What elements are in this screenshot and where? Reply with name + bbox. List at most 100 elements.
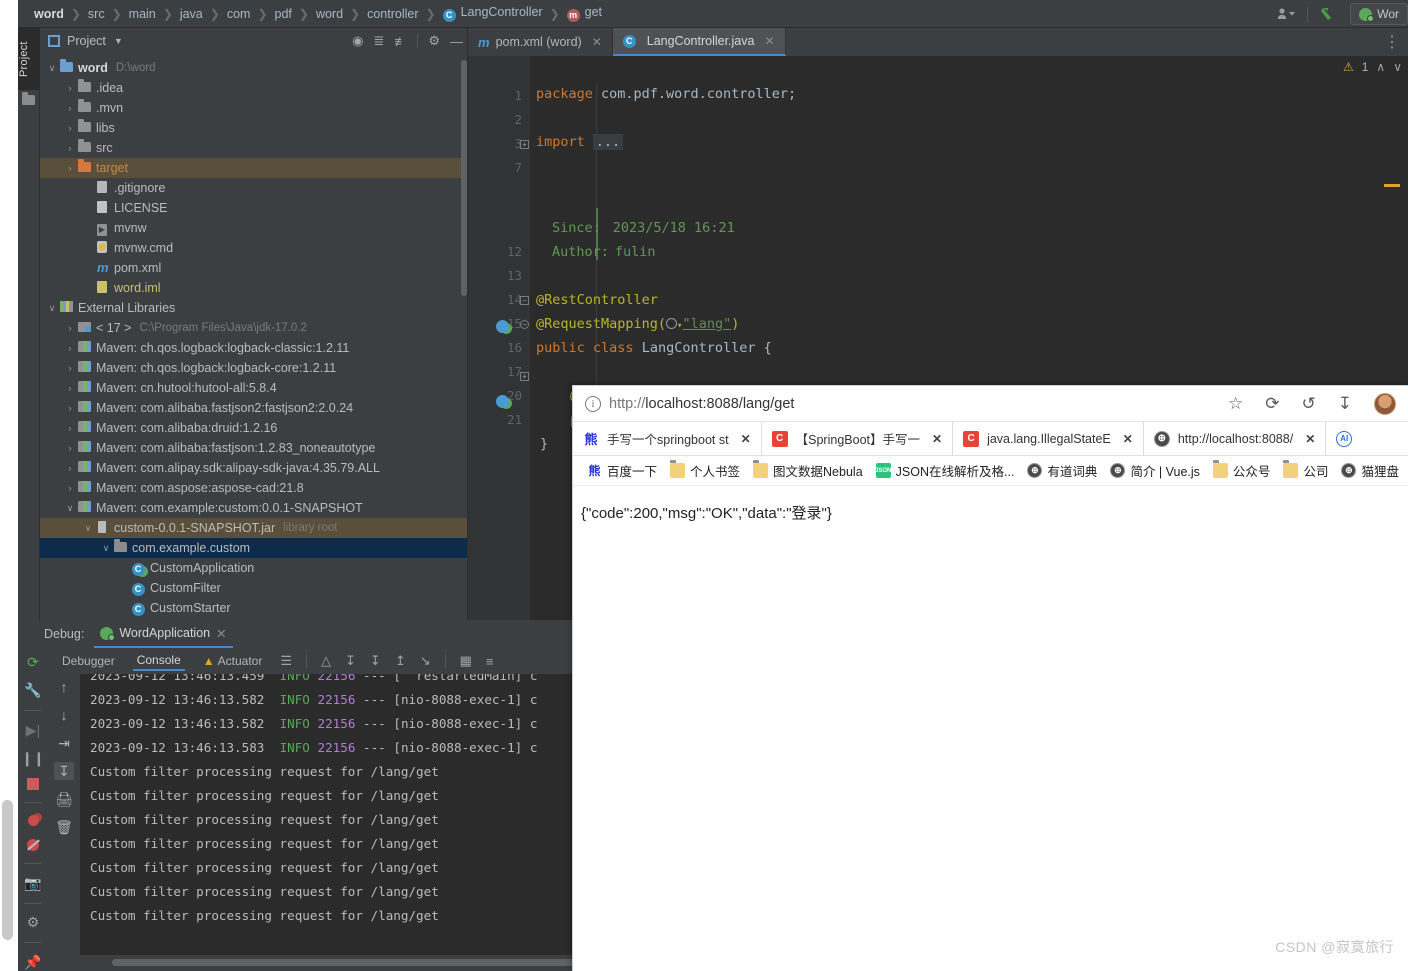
tree-node[interactable]: › target — [40, 158, 467, 178]
breadcrumb-item-java[interactable]: java — [178, 7, 205, 21]
info-circle-icon[interactable]: i — [585, 395, 601, 412]
tree-expand-arrow[interactable]: › — [64, 323, 76, 333]
browser-address-bar[interactable]: i http://localhost:8088/lang/get ☆ ⟳ ↺ ↧ — [573, 386, 1408, 422]
settings-list-icon[interactable]: ≡ — [486, 654, 494, 669]
tree-node[interactable]: › libs — [40, 118, 467, 138]
jump-to-cursor-icon[interactable]: ↘ — [420, 653, 431, 669]
web-reference-icon[interactable] — [666, 318, 678, 329]
trash-icon[interactable]: 🗑 — [54, 818, 74, 836]
close-icon[interactable]: ✕ — [216, 626, 226, 641]
grid-icon[interactable]: ▦ — [460, 653, 472, 669]
tree-node[interactable]: ∨ word D:\word — [40, 58, 467, 78]
breadcrumb-item-word2[interactable]: word — [314, 7, 345, 21]
tree-node[interactable]: › Maven: com.alibaba:fastjson:1.2.83_none… — [40, 438, 467, 458]
tree-node[interactable]: › src — [40, 138, 467, 158]
tree-expand-arrow[interactable]: ∨ — [100, 543, 112, 554]
fold-collapse-icon[interactable]: − — [520, 296, 529, 305]
close-icon[interactable]: ✕ — [1305, 432, 1315, 446]
browser-tab[interactable]: AI — [1326, 422, 1363, 455]
rerun-icon[interactable]: ⟳ — [23, 654, 43, 671]
fold-expand-icon[interactable]: + — [520, 140, 529, 149]
close-icon[interactable]: ✕ — [932, 432, 942, 446]
tree-node[interactable]: › .idea — [40, 78, 467, 98]
tree-node[interactable]: › Maven: com.aspose:aspose-cad:21.8 — [40, 478, 467, 498]
editor-marker-stripe[interactable] — [1384, 184, 1400, 187]
tree-expand-arrow[interactable]: › — [64, 423, 76, 433]
tree-expand-arrow[interactable]: › — [64, 363, 76, 373]
console-hscrollbar-thumb[interactable] — [112, 959, 602, 966]
debug-session-tab[interactable]: WordApplication ✕ — [94, 620, 233, 648]
scroll-to-end-icon[interactable]: ↧ — [345, 653, 356, 669]
tree-node[interactable]: › .mvn — [40, 98, 467, 118]
tree-node[interactable]: › Maven: com.alipay.sdk:alipay-sdk-java:4… — [40, 458, 467, 478]
tab-pom-xml[interactable]: m pom.xml (word) ✕ — [468, 28, 613, 56]
tree-node[interactable]: .gitignore — [40, 178, 467, 198]
run-gutter-icon[interactable] — [496, 320, 509, 333]
sidebar-item-project[interactable]: Project — [18, 28, 40, 90]
tree-scrollbar-thumb[interactable] — [461, 60, 467, 296]
collapse-all-icon[interactable]: ≢ — [394, 34, 407, 49]
bookmark-item[interactable]: 个人书签 — [666, 459, 744, 482]
soft-wrap-icon[interactable]: ⇥ — [54, 734, 74, 752]
expand-all-icon[interactable]: ≣ — [373, 33, 384, 49]
tree-expand-arrow[interactable]: ∨ — [82, 523, 94, 534]
run-gutter-icon[interactable] — [496, 395, 509, 408]
tree-expand-arrow[interactable]: ∨ — [46, 63, 58, 74]
tree-node[interactable]: › < 17 > C:\Program Files\Java\jdk-17.0.2 — [40, 318, 467, 338]
chevron-up-icon[interactable]: ∧ — [1376, 60, 1385, 74]
star-icon[interactable]: ☆ — [1228, 394, 1243, 414]
minimize-icon[interactable]: — — [450, 34, 463, 49]
tree-node[interactable]: LICENSE — [40, 198, 467, 218]
browser-tab[interactable]: Cjava.lang.IllegalStateE ✕ — [953, 422, 1144, 455]
tree-node[interactable]: mvnw.cmd — [40, 238, 467, 258]
tree-node[interactable]: C CustomApplication — [40, 558, 467, 578]
tree-node[interactable]: word.iml — [40, 278, 467, 298]
reload-icon[interactable]: ⟳ — [1265, 394, 1279, 414]
bookmark-item[interactable]: 图文数据Nebula — [749, 459, 867, 482]
pause-icon[interactable]: ❙❙ — [21, 750, 44, 767]
history-icon[interactable]: ↺ — [1302, 394, 1316, 414]
tree-node[interactable]: › Maven: ch.qos.logback:logback-core:1.2.… — [40, 358, 467, 378]
breadcrumb-item-main[interactable]: main — [127, 7, 158, 21]
chevron-down-icon[interactable]: ∨ — [1393, 60, 1402, 74]
close-icon[interactable]: ✕ — [741, 432, 751, 446]
tree-expand-arrow[interactable]: ∨ — [46, 303, 58, 314]
print-icon[interactable]: 🖨 — [54, 790, 74, 808]
bookmark-item[interactable]: ⊕ 猫狸盘 — [1337, 459, 1403, 482]
console-output[interactable]: 2023-09-12 13:46:13.459 INFO 22156 --- [… — [80, 674, 572, 971]
stop-icon[interactable] — [23, 778, 43, 791]
down-arrow-icon[interactable]: ↓ — [54, 706, 74, 724]
project-tree[interactable]: ∨ word D:\word › .idea › .mvn › libs › src › target.… — [40, 54, 467, 620]
bookmark-item[interactable]: ⊕ 简介 | Vue.js — [1106, 459, 1203, 482]
profile-avatar[interactable] — [1374, 392, 1396, 415]
locate-icon[interactable]: ◉ — [352, 33, 363, 49]
tree-expand-arrow[interactable]: › — [64, 463, 76, 473]
tree-node[interactable]: › Maven: ch.qos.logback:logback-classic:1… — [40, 338, 467, 358]
browser-tab[interactable]: C 【SpringBoot】手写一 ✕ — [761, 422, 954, 455]
soft-wrap-icon[interactable]: △ — [321, 653, 331, 669]
gear-icon[interactable]: ⚙ — [23, 914, 43, 931]
bookmark-item[interactable]: ⊕ 有道词典 — [1023, 459, 1101, 482]
page-scrollbar-thumb[interactable] — [2, 800, 13, 940]
green-arrow-icon[interactable] — [1314, 0, 1344, 28]
gear-icon[interactable]: ⚙ — [428, 33, 440, 49]
bookmark-item[interactable]: JSON JSON在线解析及格... — [872, 459, 1019, 482]
close-icon[interactable]: ✕ — [764, 34, 774, 48]
bookmark-item[interactable]: 公司 — [1279, 459, 1332, 482]
mute-breakpoints-icon[interactable] — [23, 838, 43, 852]
breadcrumb-item-pdf[interactable]: pdf — [273, 7, 294, 21]
tree-expand-arrow[interactable]: › — [64, 143, 76, 153]
bookmark-item[interactable]: 熊百度一下 — [583, 459, 661, 482]
browser-tab[interactable]: 熊手写一个springboot st ✕ — [573, 422, 762, 455]
breadcrumb-item-controller[interactable]: controller — [365, 7, 420, 21]
breakpoints-icon[interactable] — [23, 814, 43, 827]
console-hscrollbar[interactable] — [40, 955, 602, 971]
tree-expand-arrow[interactable]: › — [64, 443, 76, 453]
bookmark-item[interactable]: 公众号 — [1209, 459, 1275, 482]
breadcrumb-item-src[interactable]: src — [86, 7, 107, 21]
scroll-down-icon[interactable]: ↧ — [370, 653, 381, 669]
tree-expand-arrow[interactable]: › — [64, 483, 76, 493]
collapsed-imports[interactable]: ... — [592, 134, 624, 150]
download-icon[interactable]: ↧ — [1338, 394, 1352, 414]
tree-expand-arrow[interactable]: › — [64, 343, 76, 353]
